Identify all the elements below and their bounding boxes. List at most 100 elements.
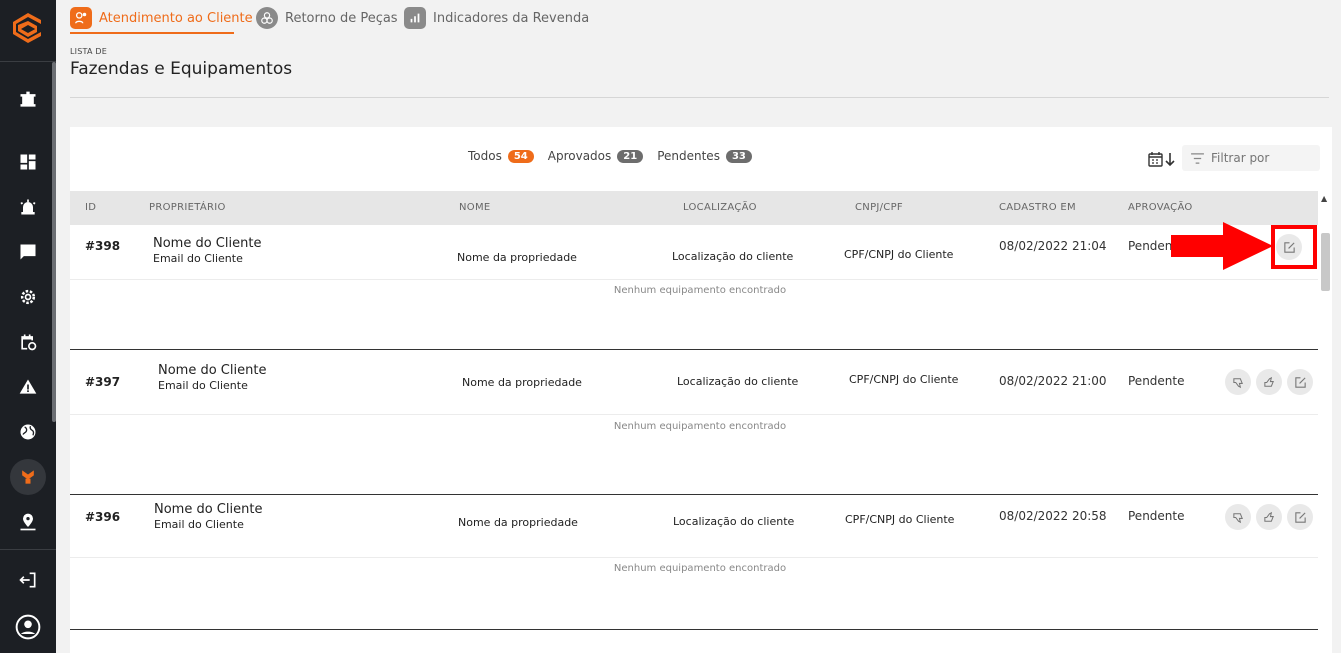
no-equipment-message: Nenhum equipamento encontrado: [613, 285, 787, 296]
tab-label: Atendimento ao Cliente: [99, 10, 253, 26]
dashboard-icon[interactable]: [16, 150, 40, 174]
location: Localização do cliente: [673, 515, 795, 528]
cpf-cnpj: CPF/CNPJ do Cliente: [849, 373, 959, 386]
table-row[interactable]: #397 Nome do Cliente Email do Cliente No…: [70, 360, 1318, 495]
filter-label: Pendentes: [657, 149, 720, 163]
header-divider: [70, 97, 1329, 98]
top-tabs: Atendimento ao Cliente Retorno de Peças …: [56, 0, 1341, 34]
thumbs-down-icon: [1232, 377, 1243, 388]
owner-email: Email do Cliente: [154, 518, 244, 531]
column-header[interactable]: ID: [85, 202, 96, 213]
chat-icon[interactable]: [16, 240, 40, 264]
tab-label: Indicadores da Revenda: [433, 10, 590, 26]
map-pin-user-icon[interactable]: [16, 510, 40, 534]
tab-parts-return[interactable]: Retorno de Peças: [256, 4, 398, 32]
edit-icon: [1294, 511, 1306, 523]
user-avatar-icon[interactable]: [14, 613, 42, 641]
count-badge: 54: [507, 149, 534, 163]
row-id: #398: [85, 239, 121, 253]
table-row[interactable]: #396 Nome do Cliente Email do Cliente No…: [70, 495, 1318, 630]
tractor-dealer-icon[interactable]: [16, 88, 40, 112]
approval-status: Pendente: [1128, 509, 1185, 523]
warning-icon[interactable]: [16, 375, 40, 399]
globe-icon[interactable]: [16, 420, 40, 444]
search-field[interactable]: [1182, 145, 1320, 171]
registration-date: 08/02/2022 21:00: [999, 374, 1107, 388]
owner-cell: Nome do Cliente Email do Cliente: [154, 502, 262, 531]
farm-icon[interactable]: [10, 459, 46, 495]
scroll-up-icon[interactable]: ▲: [1321, 194, 1327, 203]
thumbs-up-icon: [1263, 511, 1274, 522]
page-title: Fazendas e Equipamentos: [70, 59, 293, 79]
row-actions: [1220, 504, 1313, 530]
row-id: #396: [85, 510, 121, 524]
filter-all[interactable]: Todos 54: [468, 149, 534, 163]
thumbs-up-icon: [1263, 376, 1274, 387]
table-header: ID PROPRIETÁRIO NOME LOCALIZAÇÃO CNPJ/CP…: [70, 191, 1318, 225]
scroll-thumb[interactable]: [1321, 233, 1330, 291]
filter-approved[interactable]: Aprovados 21: [547, 149, 644, 163]
approval-status: Pendente: [1128, 374, 1185, 388]
count-badge: 33: [725, 149, 752, 163]
edit-icon: [1294, 376, 1306, 388]
tab-dealer-indicators[interactable]: Indicadores da Revenda: [404, 4, 589, 32]
logout-icon[interactable]: [16, 568, 40, 592]
parts-return-icon: [256, 7, 278, 29]
edit-button[interactable]: [1287, 504, 1313, 530]
registration-date: 08/02/2022 21:04: [999, 239, 1107, 253]
bar-chart-icon: [404, 7, 426, 29]
owner-cell: Nome do Cliente Email do Cliente: [158, 363, 266, 392]
column-header[interactable]: LOCALIZAÇÃO: [683, 202, 757, 213]
list-label: LISTA DE: [70, 47, 107, 56]
filter-pending[interactable]: Pendentes 33: [657, 149, 752, 163]
column-header[interactable]: APROVAÇÃO: [1128, 202, 1193, 213]
sort-by-date-button[interactable]: [1148, 151, 1178, 167]
column-header[interactable]: CNPJ/CPF: [855, 202, 903, 213]
tab-customer-service[interactable]: Atendimento ao Cliente: [70, 4, 253, 32]
property-name: Nome da propriedade: [462, 376, 582, 389]
annotation-highlight-box: [1271, 225, 1317, 269]
location: Localização do cliente: [677, 375, 799, 388]
column-header[interactable]: CADASTRO EM: [999, 202, 1076, 213]
filter-label: Aprovados: [547, 149, 612, 163]
count-badge: 21: [617, 149, 644, 163]
row-id: #397: [85, 375, 121, 389]
tab-label: Retorno de Peças: [285, 10, 398, 26]
registration-date: 08/02/2022 20:58: [999, 509, 1107, 523]
owner-email: Email do Cliente: [153, 252, 243, 265]
no-equipment-message: Nenhum equipamento encontrado: [613, 421, 787, 432]
search-input[interactable]: [1211, 151, 1316, 165]
calendar-sort-icon: [1148, 152, 1175, 167]
owner-name: Nome do Cliente: [158, 363, 267, 378]
no-equipment-message: Nenhum equipamento encontrado: [613, 563, 787, 574]
owner-cell: Nome do Cliente Email do Cliente: [153, 236, 261, 265]
table-row[interactable]: #398 Nome do Cliente Email do Cliente No…: [70, 225, 1318, 350]
thumbs-down-icon: [1232, 512, 1243, 523]
alarm-icon[interactable]: [16, 195, 40, 219]
column-header[interactable]: PROPRIETÁRIO: [149, 202, 226, 213]
calendar-clock-icon[interactable]: [16, 330, 40, 354]
approve-button[interactable]: [1256, 504, 1282, 530]
approve-button[interactable]: [1256, 369, 1282, 395]
sidebar-divider: [0, 549, 56, 550]
reject-button[interactable]: [1225, 504, 1251, 530]
property-name: Nome da propriedade: [457, 251, 577, 264]
annotation-arrow-icon: [1171, 222, 1273, 270]
table-scrollbar[interactable]: ▲: [1318, 191, 1332, 653]
main-content: LISTA DE Fazendas e Equipamentos Todos 5…: [56, 34, 1341, 653]
column-header[interactable]: NOME: [459, 202, 491, 213]
reject-button[interactable]: [1225, 369, 1251, 395]
cpf-cnpj: CPF/CNPJ do Cliente: [844, 248, 954, 261]
owner-email: Email do Cliente: [158, 379, 248, 392]
farms-card: Todos 54 Aprovados 21 Pendentes 33 Filtr…: [70, 127, 1332, 653]
sidebar-divider: [0, 61, 56, 62]
filter-label: Todos: [468, 149, 502, 163]
owner-name: Nome do Cliente: [154, 502, 263, 517]
property-name: Nome da propriedade: [458, 516, 578, 529]
settings-icon[interactable]: [16, 285, 40, 309]
edit-button[interactable]: [1287, 369, 1313, 395]
owner-name: Nome do Cliente: [153, 236, 262, 251]
brand-logo[interactable]: [10, 10, 46, 46]
cpf-cnpj: CPF/CNPJ do Cliente: [845, 513, 955, 526]
row-actions: [1220, 369, 1313, 395]
